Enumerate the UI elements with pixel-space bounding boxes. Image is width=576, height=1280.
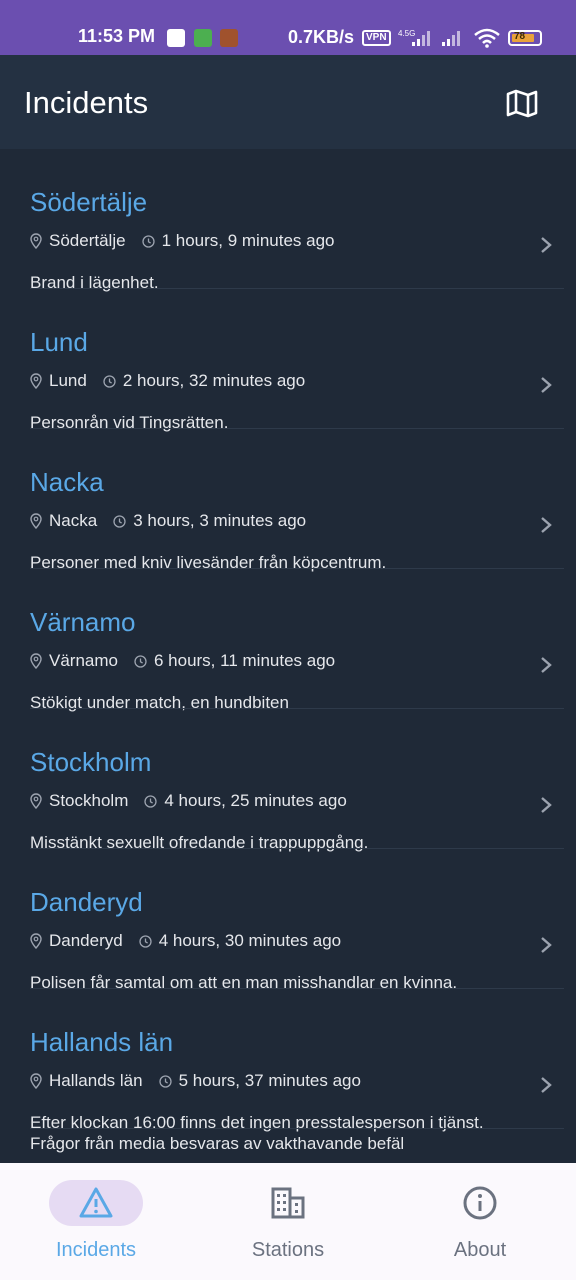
incident-meta: Hallands län 5 hours, 37 minutes ago (30, 1071, 361, 1091)
incident-title: Hallands län (30, 1027, 174, 1057)
clock-icon (141, 234, 155, 248)
incident-title: Värnamo (30, 607, 136, 637)
list-item[interactable]: Södertälje Södertälje 1 hours, 9 minutes… (0, 149, 576, 292)
chevron-right-icon (541, 1077, 552, 1093)
wifi-icon (474, 28, 500, 48)
divider (30, 1128, 564, 1129)
nav-item-incidents[interactable]: Incidents (0, 1163, 192, 1280)
incident-meta: Lund 2 hours, 32 minutes ago (30, 371, 305, 391)
clock-icon (144, 794, 158, 808)
list-item[interactable]: Nacka Nacka 3 hours, 3 minutes ago Perso… (0, 429, 576, 572)
building-icon (271, 1187, 305, 1219)
info-icon (463, 1186, 497, 1220)
nav-label-stations: Stations (251, 1239, 325, 1261)
chevron-right-icon (541, 237, 552, 253)
location-pin-icon (30, 793, 42, 809)
incident-title: Danderyd (30, 887, 143, 917)
incident-title: Nacka (30, 467, 104, 497)
location-pin-icon (30, 513, 42, 529)
location-pin-icon (30, 653, 42, 669)
incident-location: Nacka (49, 511, 98, 530)
network-speed: 0.7KB/s (288, 27, 355, 47)
incident-location: Södertälje (49, 231, 126, 250)
nav-label-about: About (453, 1239, 507, 1261)
chevron-right-icon (541, 657, 552, 673)
chevron-right-icon (541, 937, 552, 953)
signal-icon: 4.5G (398, 29, 430, 46)
incident-time: 6 hours, 11 minutes ago (153, 651, 336, 670)
incident-title: Södertälje (30, 187, 148, 217)
incident-location: Värnamo (49, 651, 118, 670)
list-item[interactable]: Lund Lund 2 hours, 32 minutes ago Person… (0, 289, 576, 432)
incident-meta: Södertälje 1 hours, 9 minutes ago (30, 231, 335, 251)
chevron-right-icon (541, 377, 552, 393)
list-item[interactable]: Hallands län Hallands län 5 hours, 37 mi… (0, 989, 576, 1153)
incident-meta: Nacka 3 hours, 3 minutes ago (30, 511, 306, 531)
battery-icon: 78 (508, 30, 542, 46)
vpn-badge: VPN (362, 30, 391, 46)
incident-meta: Stockholm 4 hours, 25 minutes ago (30, 791, 347, 811)
incident-title: Stockholm (30, 747, 152, 777)
battery-level: 78 (514, 31, 526, 42)
map-icon[interactable] (505, 88, 539, 118)
clock-icon (113, 514, 126, 528)
clock-icon (139, 934, 152, 948)
game-notification-icon (220, 29, 238, 47)
incident-meta: Danderyd 4 hours, 30 minutes ago (30, 931, 341, 951)
list-item[interactable]: Stockholm Stockholm 4 hours, 25 minutes … (0, 709, 576, 852)
bottom-navigation: Incidents Stations About (0, 1163, 576, 1280)
incident-time: 5 hours, 37 minutes ago (178, 1071, 361, 1090)
incident-time: 4 hours, 30 minutes ago (158, 931, 342, 950)
nav-label-incidents: Incidents (55, 1239, 137, 1261)
incident-list[interactable]: Södertälje Södertälje 1 hours, 9 minutes… (0, 149, 576, 1163)
app-bar: Incidents (0, 55, 576, 149)
clock-icon (103, 374, 116, 388)
clock-icon (158, 1074, 172, 1088)
incident-location: Lund (49, 371, 87, 390)
app-notification-icon (167, 29, 185, 47)
status-time: 11:53 PM (78, 26, 156, 46)
incident-location: Stockholm (49, 791, 129, 810)
signal-icon-2 (442, 31, 460, 46)
incident-description: Efter klockan 16:00 finns det ingen pres… (30, 1113, 484, 1153)
warning-icon (79, 1187, 113, 1218)
incident-time: 1 hours, 9 minutes ago (161, 231, 335, 250)
location-pin-icon (30, 373, 42, 389)
chevron-right-icon (541, 517, 552, 533)
network-type: 4.5G (398, 29, 415, 38)
incident-time: 4 hours, 25 minutes ago (164, 791, 347, 810)
incident-time: 3 hours, 3 minutes ago (133, 511, 307, 530)
page-title: Incidents (24, 85, 149, 120)
list-item[interactable]: Danderyd Danderyd 4 hours, 30 minutes ag… (0, 849, 576, 992)
status-bar: 11:53 PM 0.7KB/s VPN 4.5G 78 (0, 0, 576, 55)
incident-meta: Värnamo 6 hours, 11 minutes ago (30, 651, 335, 671)
nav-item-about[interactable]: About (384, 1163, 576, 1280)
location-pin-icon (30, 1073, 42, 1089)
clock-icon (134, 654, 147, 668)
incident-location: Hallands län (49, 1071, 143, 1090)
incident-time: 2 hours, 32 minutes ago (122, 371, 306, 390)
incident-title: Lund (30, 327, 88, 357)
location-pin-icon (30, 933, 42, 949)
location-pin-icon (30, 233, 42, 249)
incident-location: Danderyd (49, 931, 123, 950)
list-item[interactable]: Värnamo Värnamo 6 hours, 11 minutes ago … (0, 569, 576, 712)
chevron-right-icon (541, 797, 552, 813)
nav-item-stations[interactable]: Stations (192, 1163, 384, 1280)
android-notification-icon (194, 29, 212, 47)
